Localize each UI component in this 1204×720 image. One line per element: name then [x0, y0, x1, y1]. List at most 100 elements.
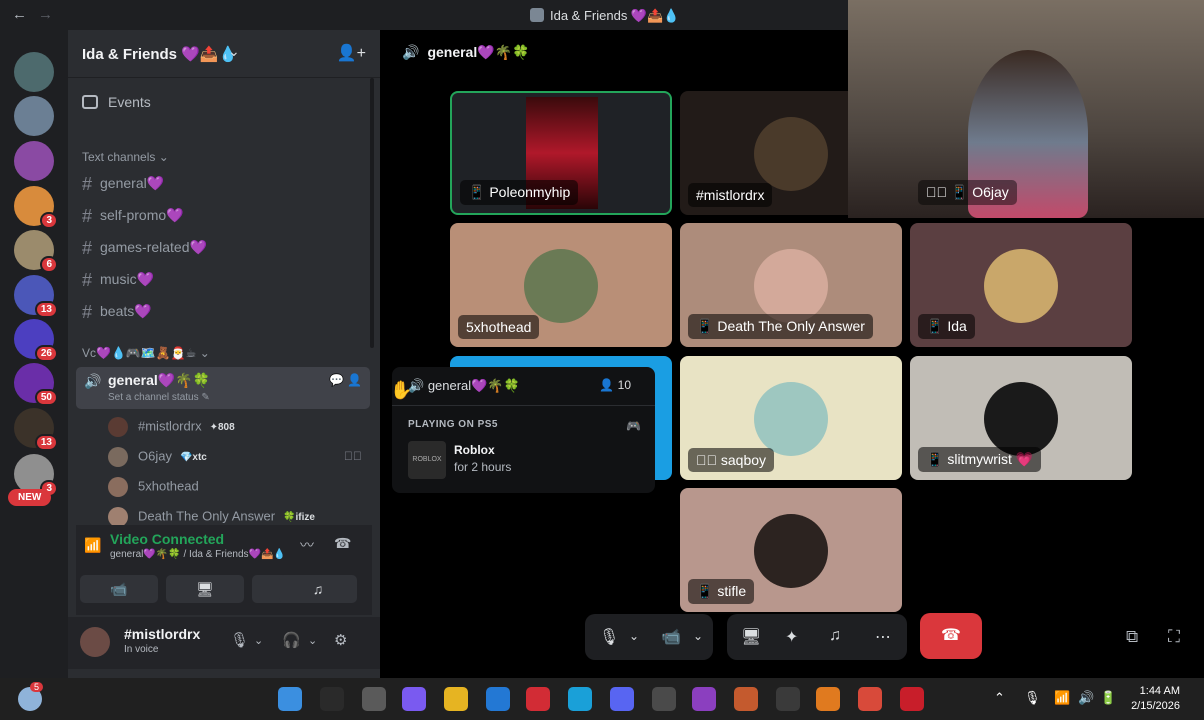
- edge-icon[interactable]: [568, 687, 592, 711]
- disconnect-icon[interactable]: ☎: [334, 535, 351, 552]
- server-icon[interactable]: 50: [14, 363, 58, 406]
- soundboard-icon[interactable]: ♫: [829, 627, 841, 645]
- chevron-up-icon[interactable]: ⌃: [994, 690, 1005, 706]
- server-icon[interactable]: 13: [14, 275, 58, 318]
- chevron-down-icon[interactable]: ⌄: [693, 629, 703, 643]
- signal-icon[interactable]: 📶: [84, 537, 101, 554]
- server-icon[interactable]: 3: [14, 186, 58, 229]
- back-arrow-icon[interactable]: ←: [12, 6, 27, 23]
- soundboard-button[interactable]: ♫: [279, 575, 357, 603]
- more-options-icon[interactable]: ⋯: [875, 627, 891, 647]
- screen-share-icon[interactable]: 🖥: [741, 627, 761, 647]
- participant-tile[interactable]: 📱 Death The Only Answer: [680, 223, 902, 347]
- server-icon[interactable]: [14, 52, 54, 92]
- volume-icon[interactable]: 🔊: [1078, 690, 1094, 706]
- discord-icon[interactable]: [610, 687, 634, 711]
- voice-channel-name: general💜🌴🍀: [108, 372, 211, 388]
- participant-tile[interactable]: 📱 Poleonmyhip: [450, 91, 672, 215]
- microphone-icon[interactable]: 🎙: [599, 627, 619, 647]
- server-icon[interactable]: [14, 141, 54, 181]
- file-explorer-icon[interactable]: [444, 687, 468, 711]
- server-icon[interactable]: 26: [14, 319, 58, 362]
- app-icon[interactable]: [734, 687, 758, 711]
- scrollbar[interactable]: [370, 78, 374, 348]
- avatar: [108, 507, 128, 527]
- opera-gx-icon[interactable]: [900, 687, 924, 711]
- participant-tile[interactable]: 🎙⃠ saqboy: [680, 356, 902, 480]
- chrome-icon[interactable]: [858, 687, 882, 711]
- forward-arrow-icon[interactable]: →: [38, 6, 53, 23]
- invite-people-icon[interactable]: 👤+: [337, 43, 366, 63]
- channel-beats[interactable]: # beats💜: [82, 302, 152, 323]
- microphone-icon[interactable]: 🎙: [230, 631, 249, 649]
- divider: [392, 405, 655, 406]
- copilot-icon[interactable]: [402, 687, 426, 711]
- server-header[interactable]: Ida & Friends 💜📤💧 ⌄ 👤+: [68, 30, 380, 78]
- events-item[interactable]: Events: [82, 94, 151, 110]
- windows-start-icon[interactable]: [278, 687, 302, 711]
- participant-label: 📱 slitmywrist 💗: [918, 447, 1042, 472]
- new-pill[interactable]: NEW: [8, 489, 52, 506]
- windows-taskbar: 5 ⌃ 🎙 📶 🔊 🔋 1:44 AM 2/15/2026: [0, 678, 1204, 720]
- voice-channel-general[interactable]: 🔊 general💜🌴🍀 Set a channel status ✎ 💬 👤: [76, 367, 370, 409]
- server-icon[interactable]: [14, 96, 54, 136]
- avatar[interactable]: [80, 627, 110, 657]
- category-voice[interactable]: Vc💜💧🎮🗺️🧸🎅☕ ⌄: [82, 346, 210, 360]
- fl-studio-icon[interactable]: [816, 687, 840, 711]
- chevron-down-icon[interactable]: ⌄: [629, 629, 639, 643]
- app-icon[interactable]: [776, 687, 800, 711]
- channel-music[interactable]: # music💜: [82, 270, 154, 291]
- camera-off-icon[interactable]: 📹: [661, 627, 681, 647]
- opera-icon[interactable]: [526, 687, 550, 711]
- invite-icon[interactable]: 👤: [347, 373, 362, 387]
- channel-general[interactable]: # general💜: [82, 174, 164, 195]
- popout-icon[interactable]: ⧉: [1126, 627, 1138, 647]
- avatar: [754, 514, 828, 588]
- server-name: Ida & Friends 💜📤💧: [82, 46, 238, 63]
- microphone-tray-icon[interactable]: 🎙: [1024, 690, 1041, 706]
- game-title: Roblox: [454, 443, 495, 457]
- system-clock[interactable]: 1:44 AM 2/15/2026: [1131, 684, 1180, 714]
- camera-app-icon[interactable]: [652, 687, 676, 711]
- member-count: 👤 10: [599, 378, 631, 392]
- activity-heading: PLAYING ON PS5: [408, 419, 498, 430]
- chat-icon[interactable]: 💬: [329, 373, 344, 387]
- category-text-channels[interactable]: Text channels ⌄: [82, 150, 169, 164]
- disconnect-button[interactable]: ☎: [920, 613, 982, 659]
- participant-tile[interactable]: 📱 stifle: [680, 488, 902, 612]
- hash-icon: #: [82, 206, 93, 226]
- channel-self-promo[interactable]: # self-promo💜: [82, 206, 184, 227]
- wifi-icon[interactable]: 📶: [1054, 690, 1070, 706]
- mention-badge: 50: [34, 389, 58, 406]
- server-icon[interactable]: 13: [14, 408, 58, 451]
- battery-icon[interactable]: 🔋: [1100, 690, 1116, 706]
- clock-time: 1:44 AM: [1139, 685, 1180, 697]
- screen-share-button[interactable]: 🖥: [166, 575, 244, 603]
- search-icon[interactable]: [320, 687, 344, 711]
- channel-games-related[interactable]: # games-related💜: [82, 238, 207, 259]
- avatar: [108, 417, 128, 437]
- server-icon[interactable]: 3: [14, 454, 58, 497]
- voice-member[interactable]: #mistlordrx ✦808: [108, 417, 235, 439]
- participant-tile[interactable]: 5xhothead: [450, 223, 672, 347]
- camera-off-button[interactable]: 📹: [80, 575, 158, 603]
- headphones-icon[interactable]: 🎧: [282, 631, 301, 649]
- participant-label: 📱 stifle: [688, 579, 755, 604]
- noise-suppression-icon[interactable]: 〰: [300, 535, 314, 555]
- activities-icon[interactable]: ✦: [785, 627, 798, 647]
- chevron-down-icon[interactable]: ⌄: [308, 634, 317, 647]
- participant-tile[interactable]: 📱 Ida: [910, 223, 1132, 347]
- username[interactable]: #mistlordrx: [124, 626, 200, 642]
- clipchamp-icon[interactable]: [692, 687, 716, 711]
- voice-member[interactable]: 5xhothead: [108, 477, 199, 499]
- voice-member[interactable]: O6jay 💎xtc 🎙⃠: [108, 447, 368, 469]
- settings-gear-icon[interactable]: ⚙: [334, 631, 347, 649]
- server-icon[interactable]: 6: [14, 230, 58, 273]
- channel-status[interactable]: Set a channel status ✎: [108, 392, 210, 403]
- fullscreen-icon[interactable]: ⛶: [1168, 627, 1180, 647]
- mention-badge: 13: [34, 434, 58, 451]
- task-view-icon[interactable]: [362, 687, 386, 711]
- chevron-down-icon[interactable]: ⌄: [254, 634, 263, 647]
- participant-tile[interactable]: 📱 slitmywrist 💗: [910, 356, 1132, 480]
- outlook-icon[interactable]: [486, 687, 510, 711]
